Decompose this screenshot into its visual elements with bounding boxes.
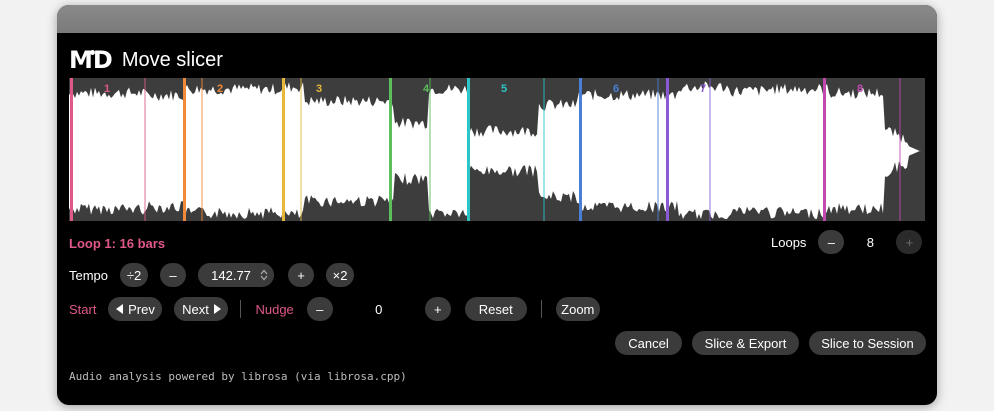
loops-control: Loops – 8 + [771,230,923,254]
slicer-window: MD Move slicer 12345678 Loop 1: 16 bars … [57,5,937,405]
slice-marker-5[interactable] [467,78,470,221]
nudge-decrease-button[interactable]: – [306,297,333,321]
slice-to-session-button[interactable]: Slice to Session [809,331,926,355]
tempo-input[interactable]: 142.77 [198,263,275,287]
next-button[interactable]: Next [174,297,229,321]
tempo-decrease-button[interactable]: – [160,263,187,287]
nudge-increase-button[interactable]: + [424,297,451,321]
tempo-value: 142.77 [211,267,251,283]
slice-number-label: 5 [501,83,507,95]
slice-marker-7[interactable] [666,78,669,221]
nudge-label: Nudge [255,301,294,317]
waveform-svg[interactable]: 1 2 3 4 5 6 7 8 [69,78,925,221]
spinner-arrows-icon[interactable] [260,269,268,281]
slice-submarker-5[interactable] [543,78,545,221]
start-nudge-row: Start Prev Next Nudge – 0 + Reset Zoom [69,297,600,321]
loops-decrease-button[interactable]: – [818,230,845,254]
slice-number-label: 1 [104,83,110,95]
tempo-increase-button[interactable]: + [288,263,315,287]
md-logo: MD [69,46,113,74]
triangle-right-icon [213,304,221,314]
waveform-shape [69,81,925,219]
cancel-button[interactable]: Cancel [615,331,682,355]
footer-credit: Audio analysis powered by librosa (via l… [69,370,407,383]
divider [540,300,542,318]
slice-number-label: 7 [700,83,706,95]
slice-marker-6[interactable] [579,78,582,221]
nudge-value: 0 [375,301,383,317]
zoom-button[interactable]: Zoom [555,297,600,321]
app-header: MD Move slicer [69,45,223,75]
window-titlebar[interactable] [57,5,937,33]
slice-submarker-3[interactable] [300,78,302,221]
loops-value: 8 [866,234,875,250]
slice-submarker-8[interactable] [899,78,901,221]
triangle-left-icon [116,304,124,314]
slice-marker-1[interactable] [70,78,73,221]
slice-submarker-6[interactable] [657,78,659,221]
slice-number-label: 8 [857,83,863,95]
app-title: Move slicer [121,49,223,71]
slice-export-button[interactable]: Slice & Export [692,331,799,355]
slice-submarker-4[interactable] [429,78,431,221]
slice-number-label: 6 [613,83,619,95]
waveform-display[interactable]: 1 2 3 4 5 6 7 8 [69,78,925,221]
slice-submarker-1[interactable] [144,78,146,221]
prev-button[interactable]: Prev [108,297,163,321]
slice-marker-4[interactable] [389,78,392,221]
slice-submarker-2[interactable] [201,78,203,221]
slice-marker-2[interactable] [183,78,186,221]
slice-number-label: 3 [316,83,322,95]
tempo-half-button[interactable]: ÷2 [120,263,149,287]
slice-submarker-7[interactable] [709,78,711,221]
slice-number-label: 2 [217,83,223,95]
loop-label: Loop 1: 16 bars [69,236,166,251]
tempo-double-button[interactable]: ×2 [326,263,355,287]
slice-number-label: 4 [423,83,430,95]
slice-marker-3[interactable] [282,78,285,221]
tempo-control: Tempo ÷2 – 142.77 + ×2 [69,263,355,287]
loop-info: Loop 1: 16 bars [69,236,165,251]
action-buttons: Cancel Slice & Export Slice to Session [615,331,926,355]
divider [240,300,242,318]
loops-increase-button[interactable]: + [896,230,923,254]
loops-label: Loops [771,234,807,250]
start-label: Start [69,301,97,317]
slice-marker-8[interactable] [823,78,826,221]
reset-button[interactable]: Reset [464,297,527,321]
tempo-label: Tempo [69,267,109,283]
